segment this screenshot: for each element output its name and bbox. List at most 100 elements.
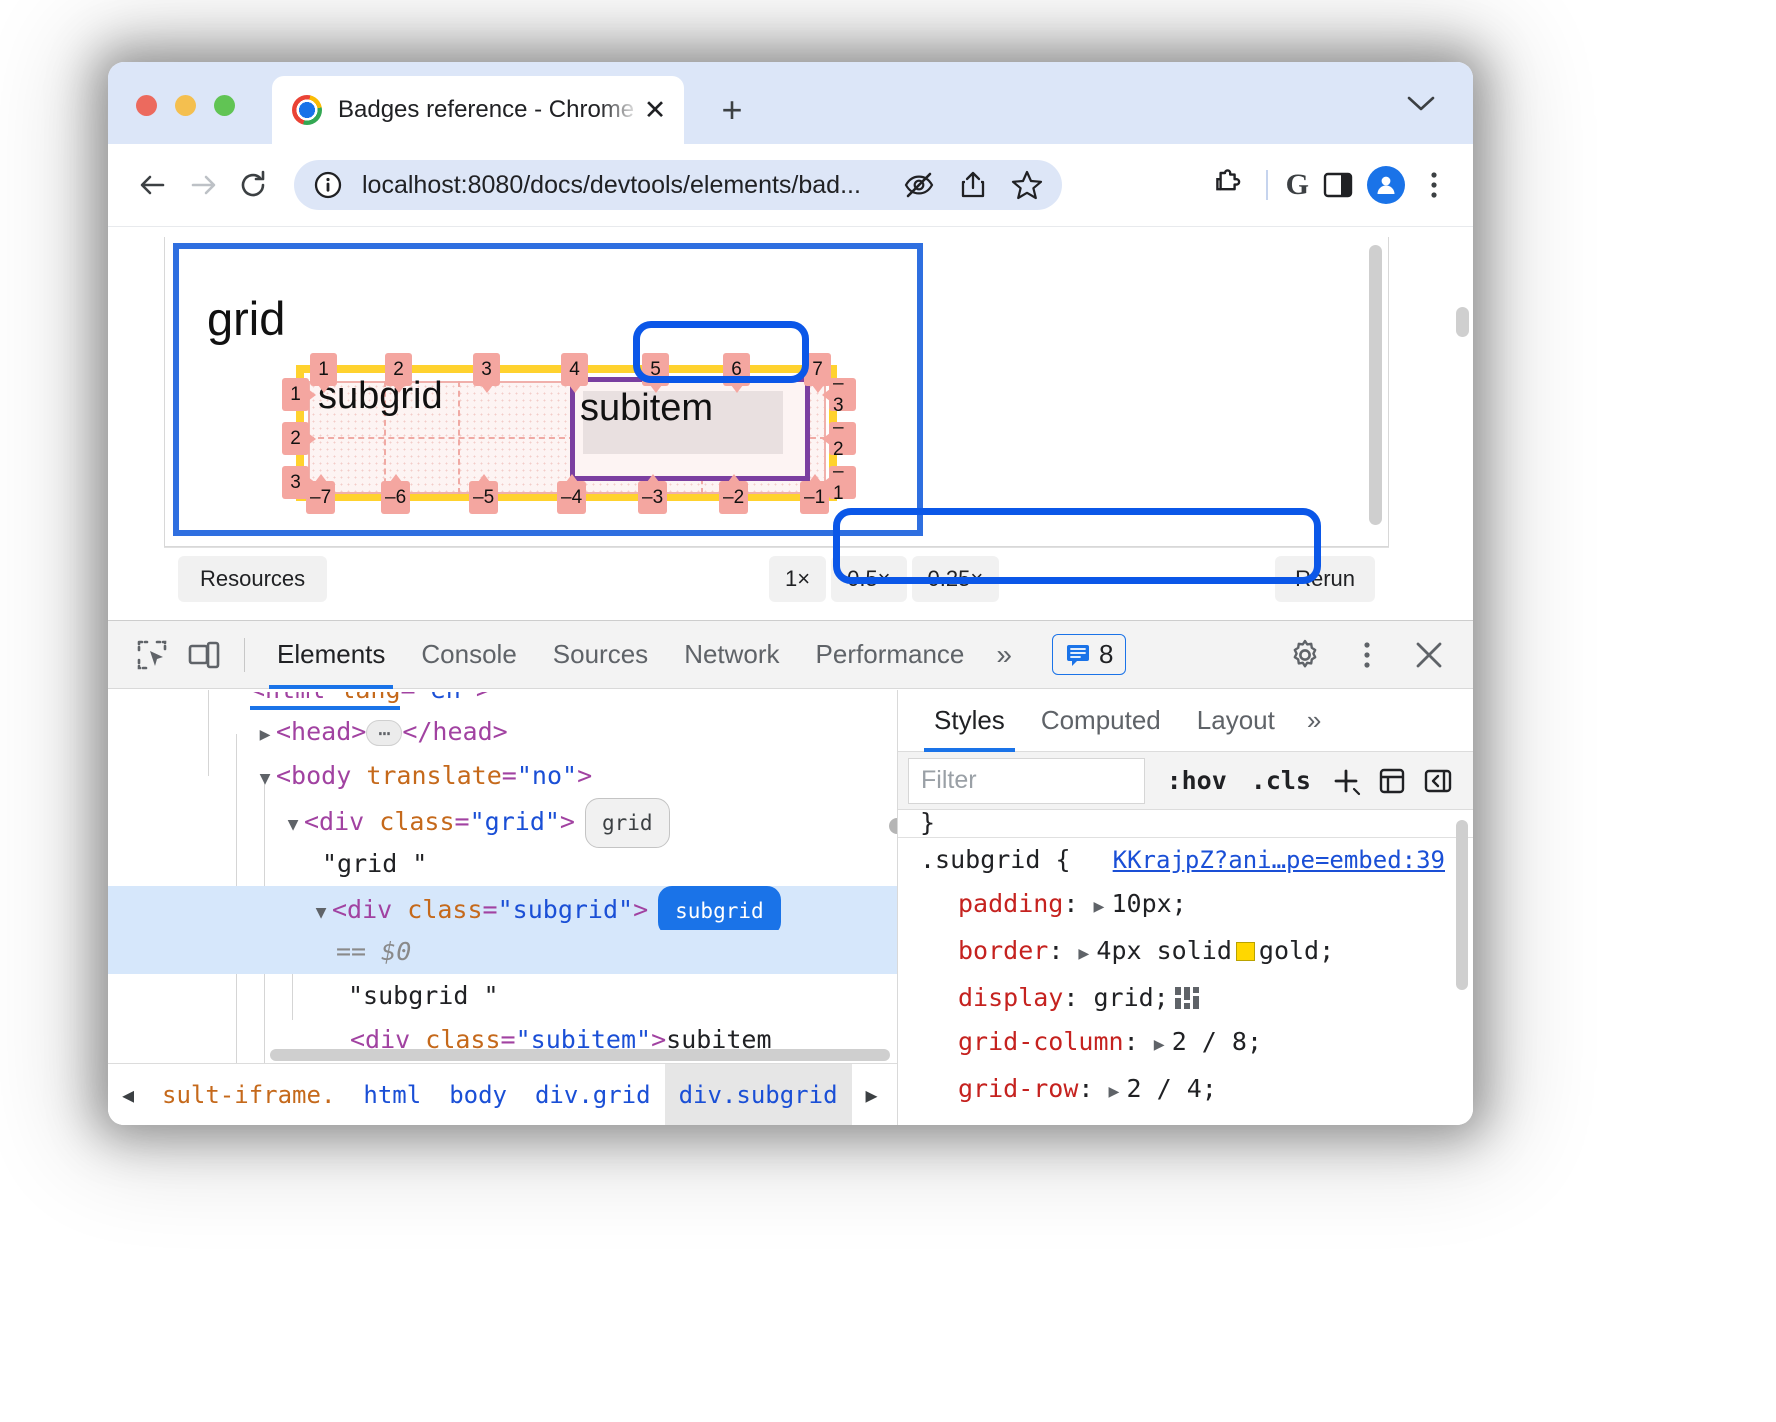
- declaration-name[interactable]: grid-column: [958, 1027, 1124, 1056]
- collapsed-children-icon[interactable]: ⋯: [366, 720, 402, 746]
- tab-performance[interactable]: Performance: [798, 621, 983, 689]
- close-icon[interactable]: [1403, 629, 1455, 681]
- more-styles-tabs-icon[interactable]: »: [1293, 705, 1335, 736]
- tab-layout[interactable]: Layout: [1179, 690, 1293, 752]
- copy-styles-icon[interactable]: [1369, 758, 1415, 804]
- declaration-name[interactable]: grid-template-columns: [958, 1121, 1274, 1125]
- breadcrumb-item-html[interactable]: html: [349, 1081, 435, 1109]
- dom-line-body[interactable]: ▼<body translate="no">: [108, 754, 897, 798]
- declaration-name[interactable]: border: [958, 936, 1048, 965]
- star-icon[interactable]: [1008, 166, 1046, 204]
- more-tabs-icon[interactable]: »: [982, 639, 1026, 671]
- grid-toggle-icon[interactable]: [1175, 979, 1199, 1001]
- zoom-1x-button[interactable]: 1×: [769, 556, 826, 602]
- declaration-name[interactable]: padding: [958, 889, 1063, 918]
- window-controls[interactable]: [136, 95, 235, 116]
- breadcrumb-item-body[interactable]: body: [435, 1081, 521, 1109]
- google-icon[interactable]: G: [1286, 168, 1309, 202]
- declaration-value[interactable]: grid;: [1093, 983, 1168, 1012]
- expand-triangle-icon[interactable]: ▶: [1093, 885, 1111, 929]
- declaration-value[interactable]: 4px solid: [1096, 936, 1231, 965]
- declaration-border[interactable]: border: ▶4px solidgold;: [898, 929, 1473, 976]
- breadcrumb-next-button[interactable]: ▶: [852, 1083, 892, 1107]
- declaration-name[interactable]: display: [958, 983, 1063, 1012]
- dom-line-div-subgrid[interactable]: ▼<div class="subgrid">subgrid: [108, 886, 897, 930]
- chevron-down-icon[interactable]: [1393, 84, 1449, 124]
- styles-scrollbar-thumb[interactable]: [1456, 820, 1468, 990]
- browser-menu-icon[interactable]: [1415, 166, 1453, 204]
- close-window-button[interactable]: [136, 95, 157, 116]
- grid-badge[interactable]: grid: [585, 798, 670, 848]
- address-bar[interactable]: localhost:8080/docs/devtools/elements/ba…: [294, 160, 1062, 210]
- expand-triangle-icon[interactable]: ▶: [1078, 932, 1096, 976]
- forward-button[interactable]: [178, 160, 228, 210]
- collapse-triangle-icon[interactable]: ▼: [254, 757, 276, 801]
- rule-selector[interactable]: .subgrid {: [920, 845, 1071, 874]
- declaration-grid-template-columns[interactable]: grid-template-columns: subgrid;: [898, 1114, 1473, 1125]
- declaration-padding[interactable]: padding: ▶10px;: [898, 882, 1473, 929]
- expand-triangle-icon[interactable]: ▶: [254, 713, 276, 757]
- dom-horizontal-scrollbar[interactable]: [108, 1049, 897, 1063]
- filter-input[interactable]: Filter: [908, 758, 1145, 804]
- declaration-value[interactable]: 2 / 8;: [1172, 1027, 1262, 1056]
- maximize-window-button[interactable]: [214, 95, 235, 116]
- dom-horizontal-scrollbar-thumb[interactable]: [270, 1049, 890, 1061]
- rule-selector-row[interactable]: .subgrid { KKrajpZ?ani…pe=embed:39: [898, 838, 1473, 882]
- zoom-0.25x-button[interactable]: 0.25×: [912, 556, 1000, 602]
- new-style-rule-icon[interactable]: [1323, 758, 1369, 804]
- new-tab-button[interactable]: +: [710, 88, 754, 132]
- breadcrumb-item-div-subgrid[interactable]: div.subgrid: [665, 1064, 852, 1126]
- issues-badge[interactable]: 8: [1052, 634, 1126, 675]
- dom-line-div-grid[interactable]: ▼<div class="grid">grid: [108, 798, 897, 842]
- profile-avatar[interactable]: [1367, 166, 1405, 204]
- hov-button[interactable]: :hov: [1155, 766, 1239, 795]
- color-swatch-icon[interactable]: [1236, 942, 1255, 961]
- tab-sources[interactable]: Sources: [535, 621, 666, 689]
- subgrid-badge[interactable]: subgrid: [658, 886, 781, 936]
- declaration-grid-row[interactable]: grid-row: ▶2 / 4;: [898, 1067, 1473, 1114]
- breadcrumb-prev-button[interactable]: ◀: [108, 1083, 148, 1107]
- dom-line-text-subgrid[interactable]: "subgrid ": [108, 974, 897, 1018]
- declaration-display[interactable]: display: grid;: [898, 976, 1473, 1020]
- close-tab-icon[interactable]: ✕: [640, 95, 670, 125]
- back-button[interactable]: [128, 160, 178, 210]
- declaration-value[interactable]: 10px;: [1111, 889, 1186, 918]
- gear-icon[interactable]: [1279, 629, 1331, 681]
- expand-triangle-icon[interactable]: ▶: [1109, 1070, 1127, 1114]
- tab-elements[interactable]: Elements: [259, 621, 403, 689]
- declaration-name[interactable]: grid-row: [958, 1074, 1078, 1103]
- reload-button[interactable]: [228, 160, 278, 210]
- dom-line-html-partial[interactable]: <html lang="en">: [108, 692, 897, 710]
- dom-tree[interactable]: <html lang="en"> ▶<head>⋯</head> ▼<body …: [108, 690, 897, 1029]
- iframe-scrollbar-thumb[interactable]: [1369, 245, 1382, 525]
- page-scrollbar-thumb[interactable]: [1456, 307, 1469, 337]
- extensions-icon[interactable]: [1210, 166, 1248, 204]
- eye-off-icon[interactable]: [900, 166, 938, 204]
- minimize-window-button[interactable]: [175, 95, 196, 116]
- declaration-value[interactable]: subgrid;: [1304, 1121, 1424, 1125]
- zoom-0.5x-button[interactable]: 0.5×: [831, 556, 906, 602]
- browser-tab[interactable]: Badges reference - Chrome De ✕: [272, 76, 684, 144]
- more-vertical-icon[interactable]: [1341, 629, 1393, 681]
- tab-computed[interactable]: Computed: [1023, 690, 1179, 752]
- device-toolbar-icon[interactable]: [178, 629, 230, 681]
- declaration-value-color[interactable]: gold;: [1259, 936, 1334, 965]
- iframe-scrollbar[interactable]: [1369, 245, 1382, 540]
- cls-button[interactable]: .cls: [1239, 766, 1323, 795]
- share-icon[interactable]: [954, 166, 992, 204]
- collapse-triangle-icon[interactable]: ▼: [310, 891, 332, 935]
- declaration-value[interactable]: 2 / 4;: [1127, 1074, 1217, 1103]
- tab-network[interactable]: Network: [666, 621, 797, 689]
- tab-styles[interactable]: Styles: [916, 690, 1023, 752]
- resources-button[interactable]: Resources: [178, 556, 327, 602]
- breadcrumb-item-div-grid[interactable]: div.grid: [521, 1081, 665, 1109]
- toggle-sidebar-icon[interactable]: [1415, 758, 1461, 804]
- rerun-button[interactable]: Rerun: [1275, 556, 1375, 602]
- expand-triangle-icon[interactable]: ▶: [1154, 1023, 1172, 1067]
- inspect-element-icon[interactable]: [126, 629, 178, 681]
- styles-rules[interactable]: } .subgrid { KKrajpZ?ani…pe=embed:39 pad…: [898, 811, 1473, 1125]
- rule-source-link[interactable]: KKrajpZ?ani…pe=embed:39: [1113, 838, 1445, 882]
- breadcrumb-item-iframe[interactable]: sult-iframe.: [148, 1081, 349, 1109]
- declaration-grid-column[interactable]: grid-column: ▶2 / 8;: [898, 1020, 1473, 1067]
- site-info-icon[interactable]: [312, 169, 344, 201]
